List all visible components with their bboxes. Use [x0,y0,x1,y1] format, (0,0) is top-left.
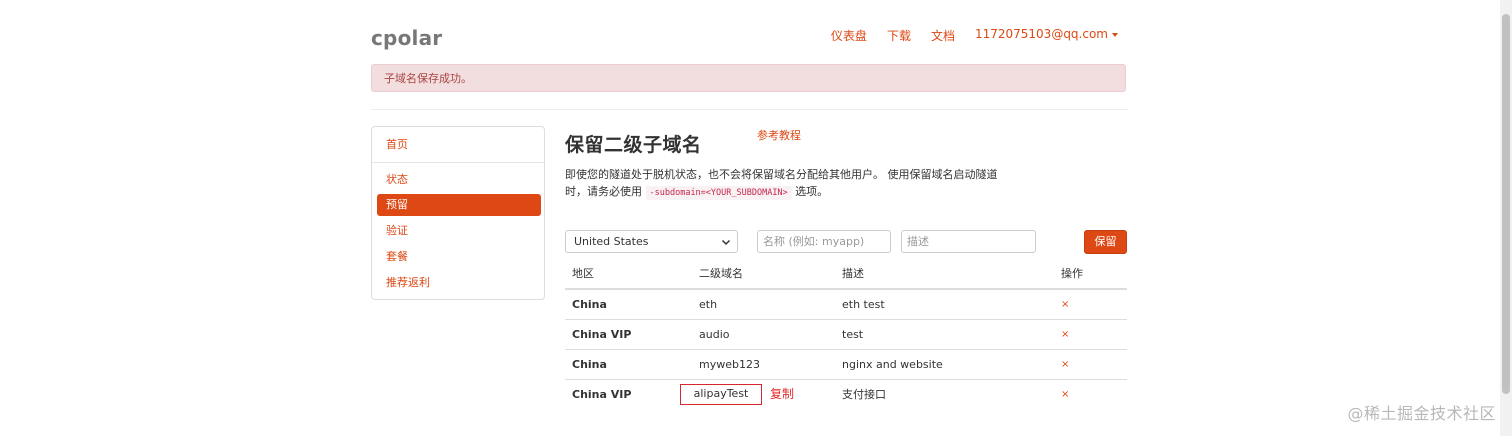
table-row: China VIP alipayTest 复制 支付接口 × [565,380,1127,409]
watermark: @稀土掘金技术社区 [1347,404,1496,423]
reference-tutorial-link[interactable]: 参考教程 [757,127,801,143]
row-region: China VIP [572,328,632,341]
row-region: China VIP [572,388,632,401]
description: 即使您的隧道处于脱机状态，也不会将保留域名分配给其他用户。 使用保留域名启动隧道… [565,166,1005,202]
reserve-button[interactable]: 保留 [1084,230,1127,254]
header-description: 描述 [842,267,864,280]
row-subdomain: audio [699,328,730,341]
row-subdomain: myweb123 [699,358,760,371]
page-title: 保留二级子域名 [565,134,702,156]
brand-logo[interactable]: cpolar [371,26,442,50]
scrollbar-thumb[interactable] [1502,14,1510,394]
delete-icon[interactable]: × [1061,380,1069,409]
nav-user-menu[interactable]: 1172075103@qq.com [975,27,1118,44]
region-select[interactable]: United States [565,230,738,253]
reserve-form: United States 保留 [565,230,1128,254]
sidebar-item-home[interactable]: 首页 [377,134,541,156]
success-alert: 子域名保存成功。 [371,64,1126,92]
chevron-down-icon [721,239,731,246]
header-region: 地区 [572,267,594,280]
caret-down-icon [1112,32,1118,37]
row-description: test [842,328,864,341]
delete-icon[interactable]: × [1061,350,1069,379]
sidebar-item-verify[interactable]: 验证 [377,220,541,242]
copy-annotation[interactable]: 复制 [770,380,794,409]
delete-icon[interactable]: × [1061,320,1069,349]
nav-dashboard[interactable]: 仪表盘 [831,27,867,44]
sidebar-item-plan[interactable]: 套餐 [377,246,541,268]
sidebar-item-reserve[interactable]: 预留 [377,194,541,216]
table-row: China VIP audio test × [565,320,1127,350]
region-selected-value: United States [574,235,649,248]
highlighted-subdomain[interactable]: alipayTest [680,384,762,405]
row-region: China [572,358,607,371]
sidebar-divider [372,162,544,163]
header-action: 操作 [1061,267,1083,280]
sidebar: 首页 状态 预留 验证 套餐 推荐返利 [371,126,545,300]
name-input[interactable] [757,230,891,253]
divider [371,109,1128,110]
nav-docs[interactable]: 文档 [931,27,955,44]
row-description: eth test [842,298,885,311]
delete-icon[interactable]: × [1061,290,1069,319]
nav-download[interactable]: 下载 [887,27,911,44]
subdomain-table: 地区 二级域名 描述 操作 China eth eth test × China… [565,259,1127,409]
description-text-2: 选项。 [795,185,829,198]
vertical-scrollbar[interactable] [1500,0,1512,436]
top-nav: 仪表盘 下载 文档 1172075103@qq.com [831,27,1118,44]
row-description: 支付接口 [842,388,886,401]
row-description: nginx and website [842,358,943,371]
sidebar-item-referral[interactable]: 推荐返利 [377,272,541,294]
header-subdomain: 二级域名 [699,267,743,280]
row-region: China [572,298,607,311]
row-subdomain: eth [699,298,718,311]
subdomain-code: -subdomain=<YOUR_SUBDOMAIN> [645,186,792,200]
description-input[interactable] [901,230,1036,253]
table-header: 地区 二级域名 描述 操作 [565,259,1127,290]
table-row: China myweb123 nginx and website × [565,350,1127,380]
sidebar-item-status[interactable]: 状态 [377,169,541,191]
user-email: 1172075103@qq.com [974,27,1108,41]
table-row: China eth eth test × [565,290,1127,320]
